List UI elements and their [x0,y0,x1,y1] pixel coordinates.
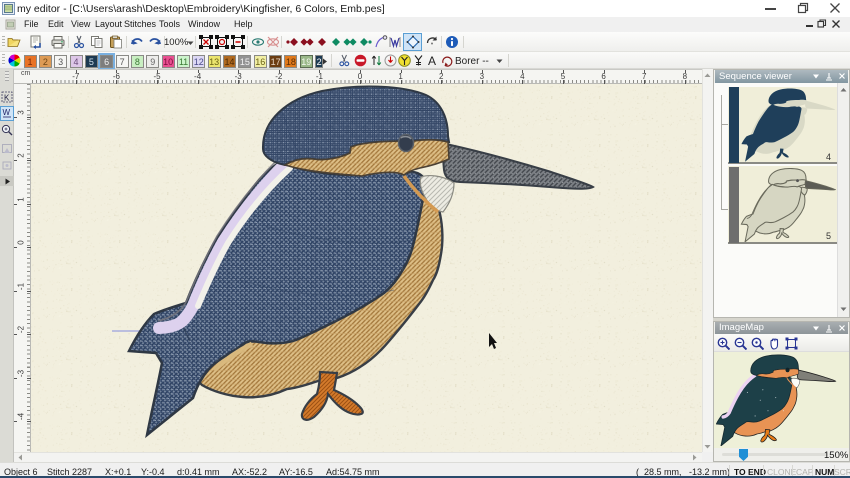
svg-text:A: A [428,54,436,67]
svg-text:W: W [3,108,11,117]
svg-text:K: K [4,94,10,103]
